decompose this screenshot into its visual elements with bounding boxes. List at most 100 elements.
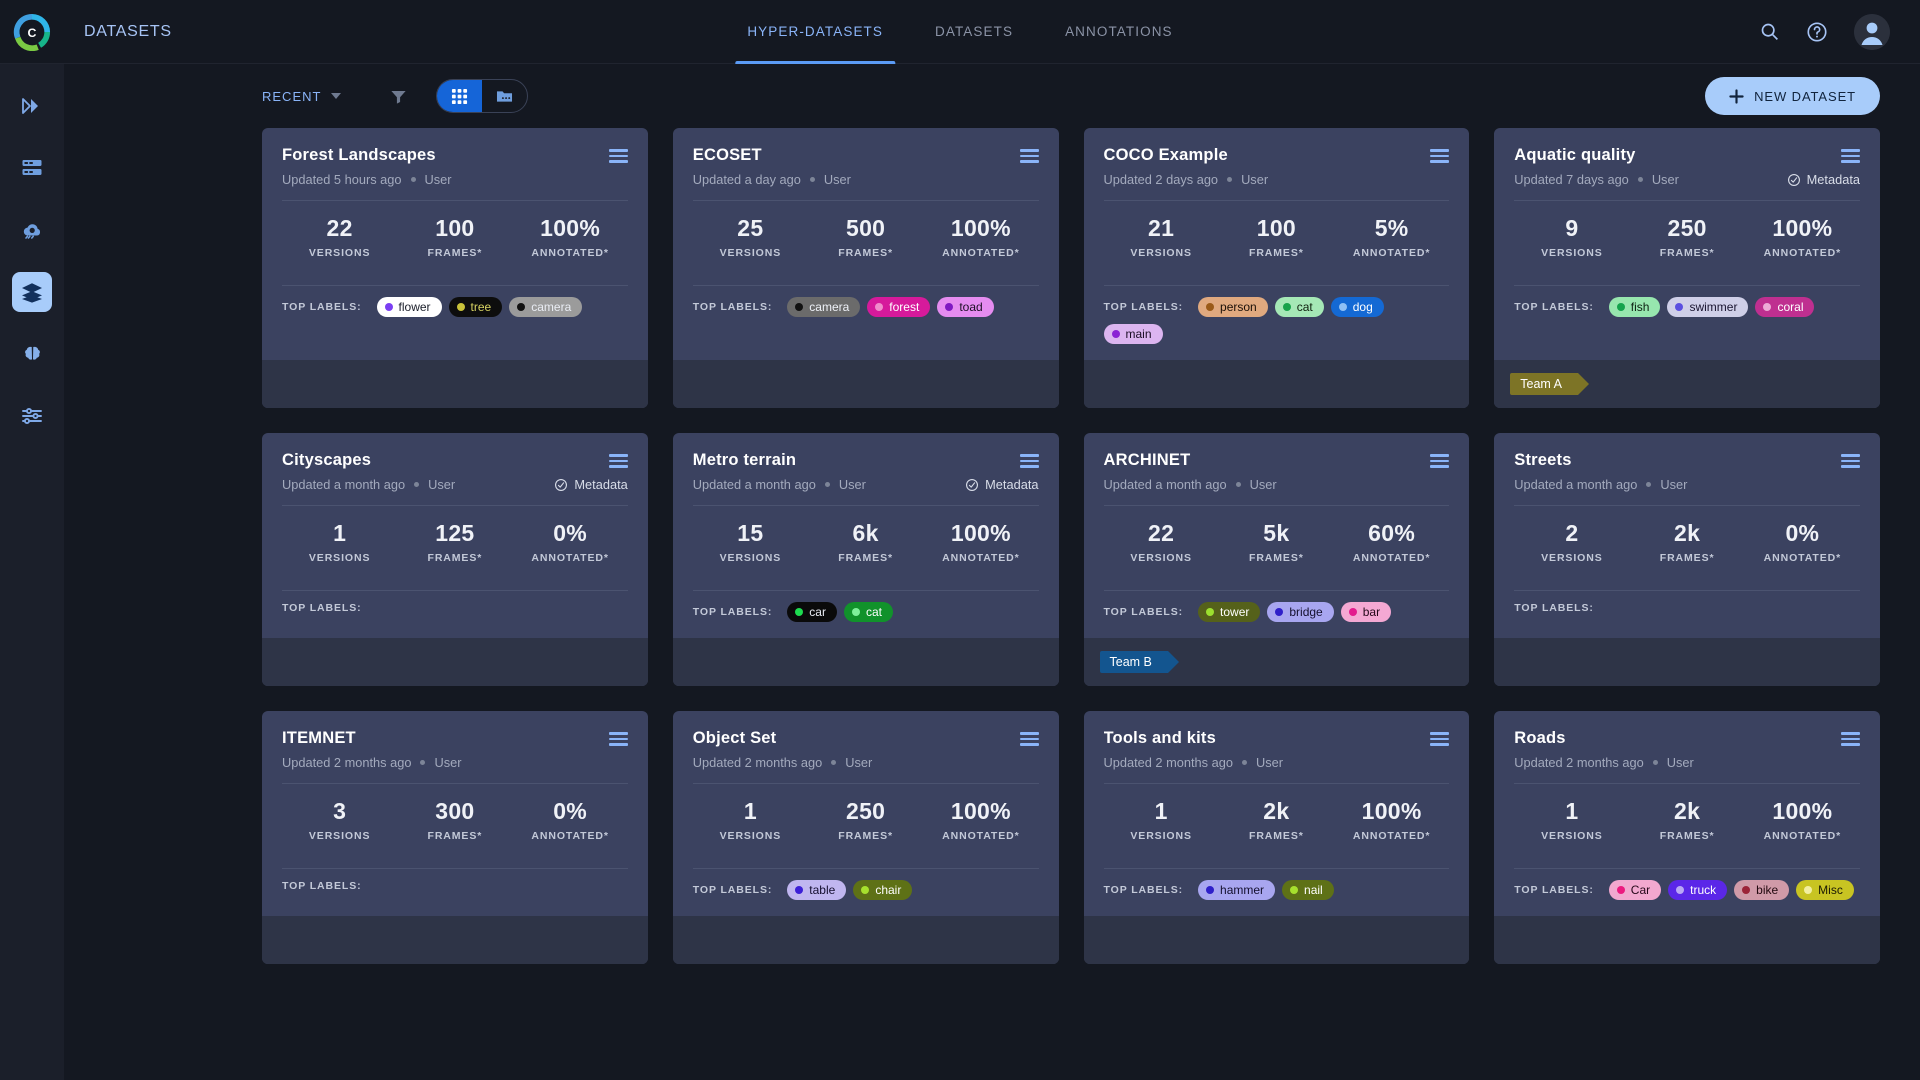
sort-dropdown[interactable]: RECENT [262,89,341,104]
sidebar-item-models[interactable] [12,334,52,374]
dataset-card[interactable]: COCO Example Updated 2 days ago User 21 … [1084,128,1470,408]
dataset-card[interactable]: ITEMNET Updated 2 months ago User 3 VERS… [262,711,648,964]
dataset-card[interactable]: Tools and kits Updated 2 months ago User… [1084,711,1470,964]
label-chip[interactable]: toad [937,297,993,317]
dataset-card[interactable]: Cityscapes Updated a month ago User Meta… [262,433,648,686]
sidebar-item-datasets[interactable] [12,272,52,312]
label-chip-text: truck [1690,883,1716,897]
dataset-menu-button[interactable] [1424,451,1449,468]
label-chip[interactable]: person [1198,297,1268,317]
label-chip[interactable]: nail [1282,880,1334,900]
label-chip[interactable]: bar [1341,602,1391,622]
check-circle-icon [965,478,979,492]
label-chip[interactable]: forest [867,297,930,317]
dataset-card[interactable]: Roads Updated 2 months ago User 1 VERSIO… [1494,711,1880,964]
dataset-card[interactable]: ARCHINET Updated a month ago User 22 VER… [1084,433,1470,686]
dataset-menu-button[interactable] [1424,729,1449,746]
dataset-menu-button[interactable] [1014,729,1039,746]
help-button[interactable] [1806,21,1828,43]
sidebar-item-workers[interactable] [12,148,52,188]
dataset-card-footer [1494,638,1880,686]
search-button[interactable] [1759,21,1780,42]
dataset-top-labels: TOP LABELS: [282,591,628,630]
metadata-badge: Metadata [965,477,1038,492]
label-chip[interactable]: Car [1609,880,1661,900]
hamburger-icon-bar [1430,160,1449,163]
dataset-card-body: Aquatic quality Updated 7 days ago User … [1494,128,1880,360]
label-chip[interactable]: tower [1198,602,1260,622]
label-chip[interactable]: hammer [1198,880,1275,900]
label-chip[interactable]: main [1104,324,1163,344]
dataset-stats: 1 VERSIONS 2k FRAMES* 100% ANNOTATED* [1514,784,1860,855]
dataset-menu-button[interactable] [1835,729,1860,746]
grid-view-button[interactable] [437,80,482,112]
hamburger-icon-bar [1020,460,1039,463]
dataset-menu-button[interactable] [1014,146,1039,163]
dataset-stats: 3 VERSIONS 300 FRAMES* 0% ANNOTATED* [282,784,628,855]
stat-frames: 300 FRAMES* [397,798,512,842]
label-chip[interactable]: table [787,880,846,900]
sidebar-item-pipelines[interactable] [12,86,52,126]
label-chip[interactable]: truck [1668,880,1727,900]
label-chip[interactable]: coral [1755,297,1814,317]
app-logo[interactable]: C [0,0,64,64]
dataset-card[interactable]: Object Set Updated 2 months ago User 1 V… [673,711,1059,964]
stat-versions-label: VERSIONS [282,552,397,564]
sidebar-item-compute[interactable] [12,210,52,250]
dataset-menu-button[interactable] [1424,146,1449,163]
dataset-menu-button[interactable] [603,146,628,163]
label-chip[interactable]: swimmer [1667,297,1748,317]
dataset-card[interactable]: Metro terrain Updated a month ago User M… [673,433,1059,686]
filter-button[interactable] [389,87,408,106]
label-chip[interactable]: car [787,602,837,622]
dataset-top-labels: TOP LABELS: camera forest toad [693,286,1039,333]
hamburger-icon-bar [1841,743,1860,746]
team-tag[interactable]: Team A [1510,373,1578,395]
dataset-card[interactable]: Aquatic quality Updated 7 days ago User … [1494,128,1880,408]
dataset-stats: 1 VERSIONS 250 FRAMES* 100% ANNOTATED* [693,784,1039,855]
tab-annotations[interactable]: ANNOTATIONS [1039,0,1199,64]
stat-annotated: 100% ANNOTATED* [923,798,1038,842]
sidebar-item-settings[interactable] [12,396,52,436]
dataset-card-body: Roads Updated 2 months ago User 1 VERSIO… [1494,711,1880,916]
tab-datasets[interactable]: DATASETS [909,0,1039,64]
label-chip[interactable]: bridge [1267,602,1333,622]
dataset-card[interactable]: ECOSET Updated a day ago User 25 VERSION… [673,128,1059,408]
stat-frames-value: 5k [1219,520,1334,547]
tab-hyper-datasets[interactable]: HYPER-DATASETS [721,0,909,64]
dataset-menu-button[interactable] [603,451,628,468]
label-chip[interactable]: fish [1609,297,1661,317]
dataset-card-header: ARCHINET [1104,451,1450,470]
team-tag[interactable]: Team B [1100,651,1168,673]
label-chip[interactable]: dog [1331,297,1384,317]
new-dataset-button[interactable]: NEW DATASET [1705,77,1880,115]
dataset-card[interactable]: Streets Updated a month ago User 2 VERSI… [1494,433,1880,686]
dataset-title: ARCHINET [1104,451,1425,470]
dataset-card-footer [1084,916,1470,964]
dataset-menu-button[interactable] [1835,146,1860,163]
stat-annotated-value: 100% [923,520,1038,547]
label-chip[interactable]: camera [509,297,582,317]
hamburger-icon-bar [609,738,628,741]
stat-annotated-value: 100% [923,798,1038,825]
label-chip[interactable]: chair [853,880,912,900]
dataset-card[interactable]: Forest Landscapes Updated 5 hours ago Us… [262,128,648,408]
label-chip[interactable]: bike [1734,880,1789,900]
stat-versions-value: 22 [282,215,397,242]
label-chip[interactable]: tree [449,297,503,317]
dataset-menu-button[interactable] [1014,451,1039,468]
avatar[interactable] [1854,14,1890,50]
label-chip[interactable]: cat [1275,297,1324,317]
hamburger-icon-bar [1841,460,1860,463]
dataset-menu-button[interactable] [1835,451,1860,468]
dataset-card-footer [262,638,648,686]
stat-frames: 500 FRAMES* [808,215,923,259]
label-chip[interactable]: cat [844,602,893,622]
top-labels-caption: TOP LABELS: [282,301,362,313]
dataset-menu-button[interactable] [603,729,628,746]
label-chip[interactable]: Misc [1796,880,1854,900]
hamburger-icon-bar [1430,155,1449,158]
label-chip[interactable]: flower [377,297,442,317]
label-chip[interactable]: camera [787,297,860,317]
folder-view-button[interactable] [482,80,527,112]
